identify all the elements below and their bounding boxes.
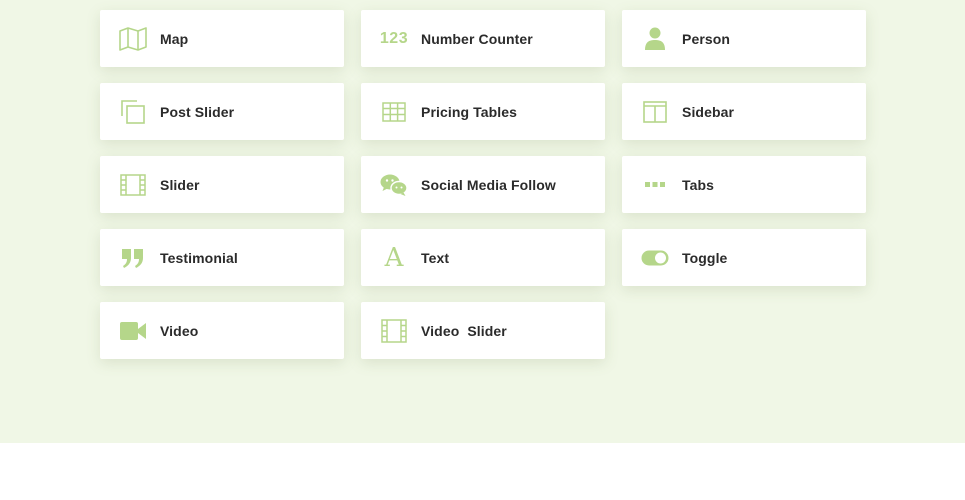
module-card-pricing-tables[interactable]: Pricing Tables [361, 83, 605, 140]
sidebar-icon [641, 98, 669, 126]
module-card-map[interactable]: Map [100, 10, 344, 67]
module-label: Text [421, 249, 450, 266]
person-icon [641, 25, 669, 53]
module-label: Tabs [682, 176, 715, 193]
module-label: Map [160, 30, 189, 47]
module-label: Post Slider [160, 103, 235, 120]
module-card-video[interactable]: Video [100, 302, 344, 359]
testimonial-icon [119, 244, 147, 272]
module-label: Video Slider [421, 322, 507, 339]
module-label: Toggle [682, 249, 728, 266]
post-slider-icon [119, 98, 147, 126]
video-slider-icon [380, 317, 408, 345]
module-label: Social Media Follow [421, 176, 556, 193]
module-card-person[interactable]: Person [622, 10, 866, 67]
module-card-social-media-follow[interactable]: Social Media Follow [361, 156, 605, 213]
module-card-tabs[interactable]: Tabs [622, 156, 866, 213]
number-counter-icon: 123 [379, 29, 409, 47]
module-label: Number Counter [421, 30, 533, 47]
module-card-post-slider[interactable]: Post Slider [100, 83, 344, 140]
module-card-slider[interactable]: Slider [100, 156, 344, 213]
page-footer-area [0, 443, 965, 500]
module-card-testimonial[interactable]: Testimonial [100, 229, 344, 286]
module-card-toggle[interactable]: Toggle [622, 229, 866, 286]
tabs-icon [641, 171, 669, 199]
map-icon [119, 25, 147, 53]
module-card-video-slider[interactable]: Video Slider [361, 302, 605, 359]
slider-icon [119, 171, 147, 199]
module-card-number-counter[interactable]: 123 Number Counter [361, 10, 605, 67]
module-label: Sidebar [682, 103, 735, 120]
module-label: Video [160, 322, 199, 339]
module-card-sidebar[interactable]: Sidebar [622, 83, 866, 140]
module-label: Person [682, 30, 731, 47]
pricing-tables-icon [380, 98, 408, 126]
modules-grid: Map 123 Number Counter Person Post Slide… [100, 10, 866, 359]
toggle-icon [641, 244, 669, 272]
text-icon: A [384, 242, 404, 273]
video-icon [119, 317, 147, 345]
module-card-text[interactable]: A Text [361, 229, 605, 286]
modules-section: Map 123 Number Counter Person Post Slide… [0, 0, 965, 443]
module-label: Slider [160, 176, 200, 193]
module-label: Pricing Tables [421, 103, 518, 120]
module-label: Testimonial [160, 249, 238, 266]
social-media-follow-icon [380, 171, 408, 199]
